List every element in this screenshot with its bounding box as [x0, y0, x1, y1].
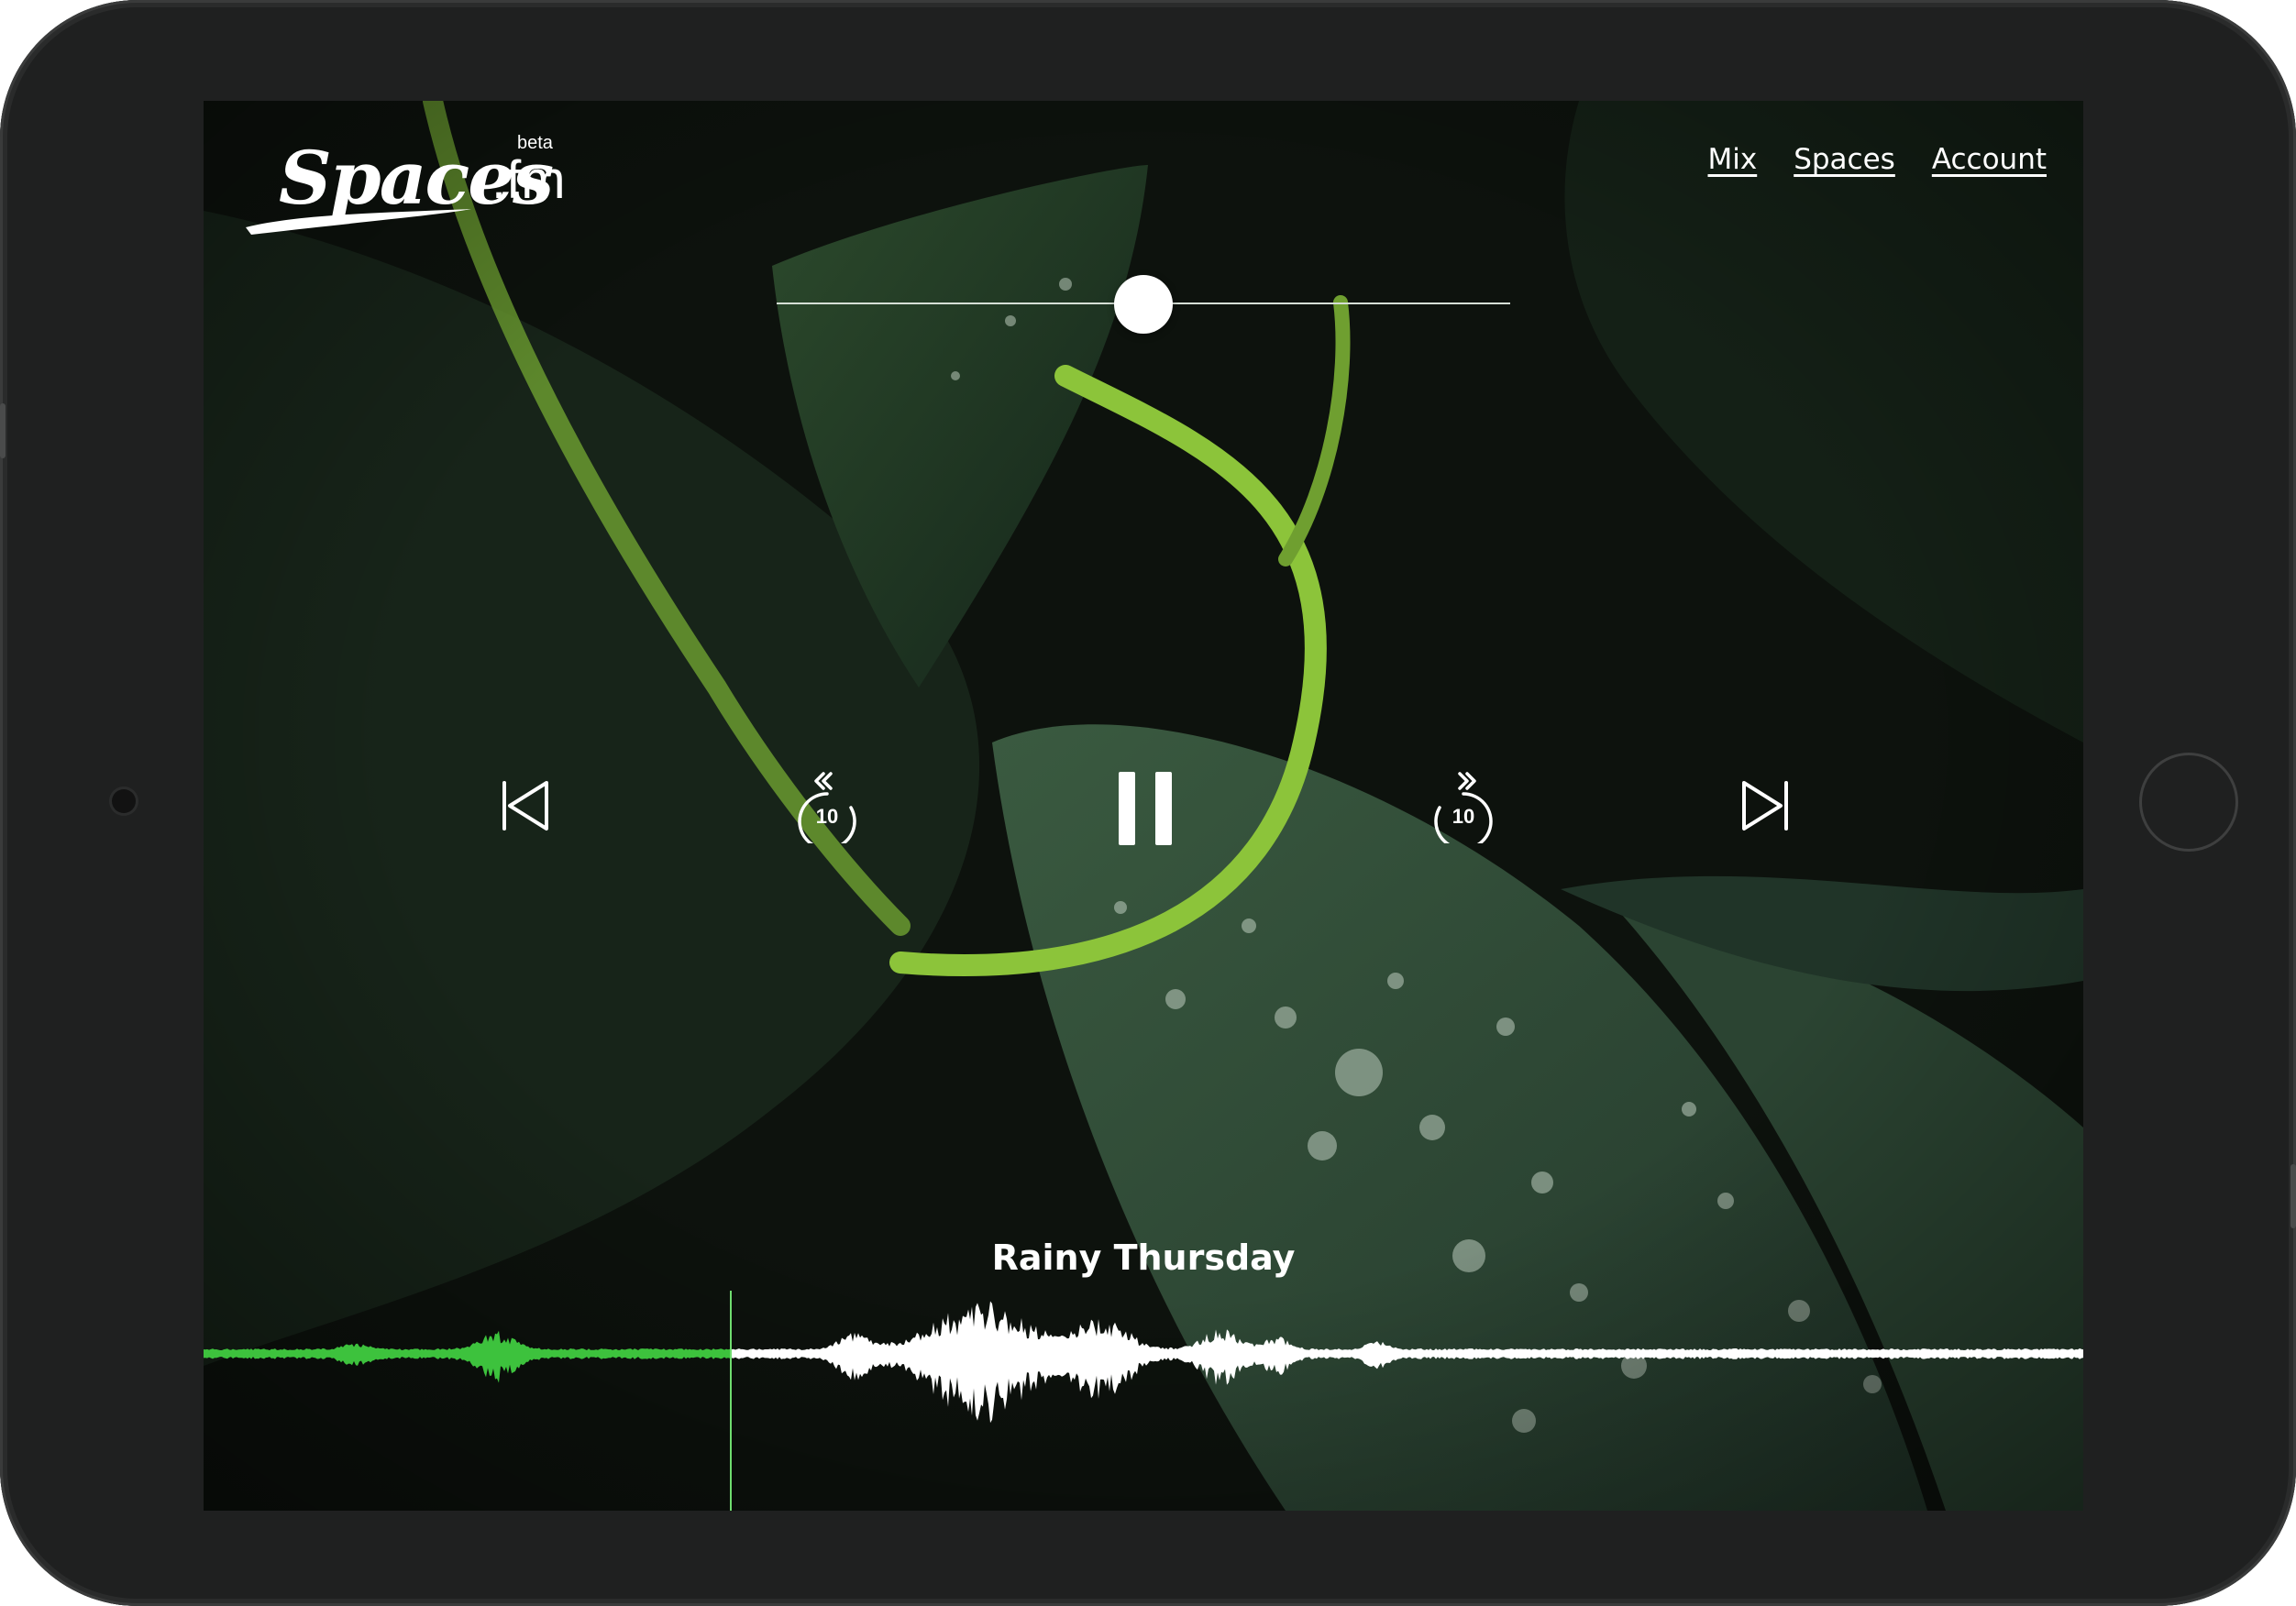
pause-button[interactable]	[1117, 770, 1174, 847]
volume-slider-thumb[interactable]	[1114, 275, 1173, 334]
playback-position-marker[interactable]	[730, 1291, 732, 1511]
logo-swoosh	[246, 209, 471, 235]
home-button[interactable]	[2139, 753, 2238, 852]
nav-account[interactable]: Account	[1932, 143, 2047, 176]
skip-previous-button[interactable]	[497, 777, 554, 834]
nav-spaces[interactable]: Spaces	[1794, 143, 1895, 176]
brand-logo[interactable]: beta Spaces .fm	[242, 132, 572, 235]
volume-button	[0, 403, 6, 458]
volume-slider[interactable]	[777, 275, 1510, 334]
forward-seconds: 10	[1452, 805, 1475, 828]
front-camera	[112, 789, 136, 813]
pause-icon	[1119, 772, 1172, 845]
skip-next-button[interactable]	[1737, 777, 1794, 834]
forward-10-button[interactable]: 10	[1430, 768, 1496, 843]
side-button	[2290, 1164, 2296, 1228]
top-nav: Mix Spaces Account	[1707, 143, 2047, 176]
track-title: Rainy Thursday	[991, 1238, 1296, 1278]
nav-mix[interactable]: Mix	[1707, 143, 1757, 176]
app-screen: beta Spaces .fm Mix Spaces Account 10 10…	[204, 101, 2083, 1511]
skip-next-icon	[1742, 781, 1788, 830]
rewind-10-button[interactable]: 10	[794, 768, 860, 843]
waveform-unplayed	[730, 1301, 2083, 1424]
waveform-scrubber[interactable]	[204, 1283, 2083, 1511]
rewind-seconds: 10	[815, 805, 839, 828]
skip-previous-icon	[502, 781, 548, 830]
tablet-frame: beta Spaces .fm Mix Spaces Account 10 10…	[0, 0, 2296, 1606]
waveform-played	[204, 1330, 730, 1383]
